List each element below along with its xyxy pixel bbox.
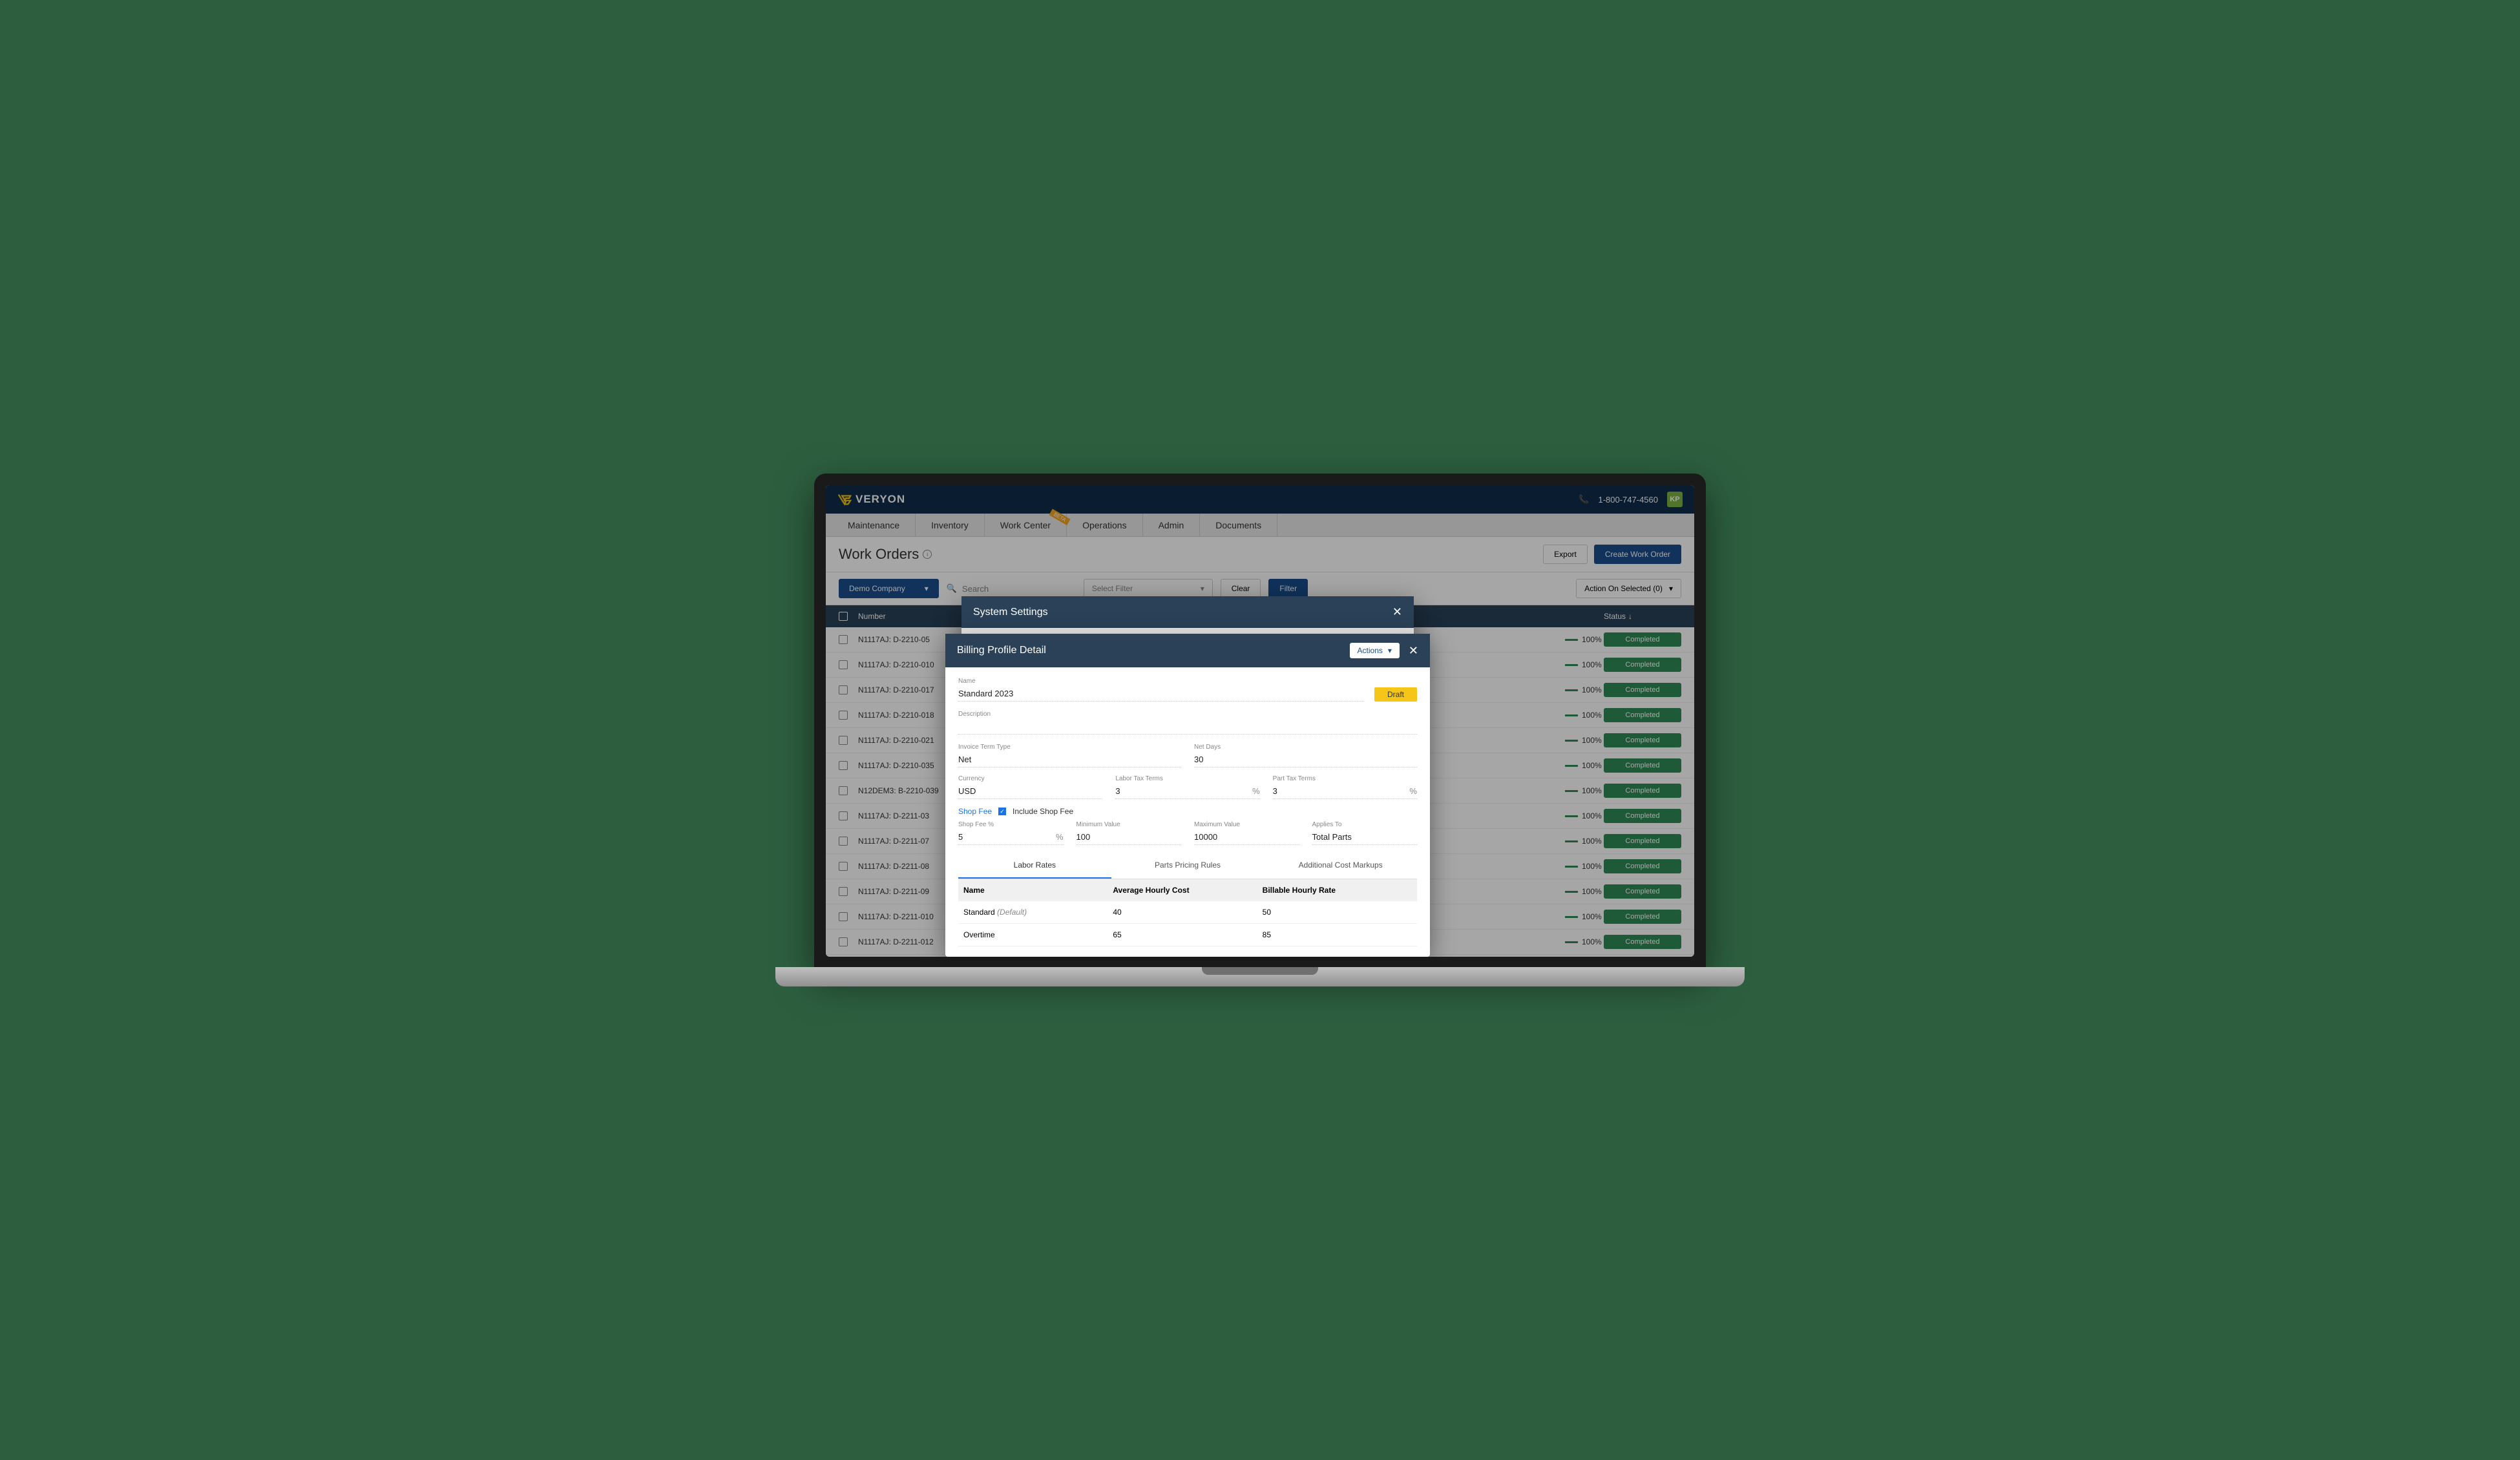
close-icon[interactable]: ✕ [1409, 644, 1418, 658]
settings-modal-title: System Settings [973, 607, 1048, 618]
tab-parts-pricing[interactable]: Parts Pricing Rules [1111, 853, 1265, 879]
name-field[interactable]: Standard 2023 [958, 686, 1364, 702]
include-shop-fee-checkbox[interactable]: ✓ [998, 808, 1006, 815]
tab-labor-rates[interactable]: Labor Rates [958, 853, 1111, 879]
applies-to-field[interactable]: Total Parts [1312, 829, 1418, 845]
shop-fee-pct-field[interactable]: 5% [958, 829, 1064, 845]
invoice-term-field[interactable]: Net [958, 752, 1181, 767]
settings-modal-header: System Settings ✕ [961, 596, 1414, 628]
billing-tabs: Labor Rates Parts Pricing Rules Addition… [958, 853, 1417, 879]
close-icon[interactable]: ✕ [1392, 605, 1402, 619]
description-label: Description [958, 711, 1417, 718]
billing-modal-title: Billing Profile Detail [957, 645, 1046, 656]
description-field[interactable] [958, 719, 1417, 735]
tab-cost-markups[interactable]: Additional Cost Markups [1264, 853, 1417, 879]
labor-rates-table: Name Average Hourly Cost Billable Hourly… [958, 879, 1417, 946]
billing-modal-header: Billing Profile Detail Actions ▾ ✕ [945, 634, 1430, 667]
labor-rate-row[interactable]: Overtime 65 85 [958, 924, 1417, 946]
max-value-field[interactable]: 10000 [1194, 829, 1299, 845]
shop-fee-section: Shop Fee ✓ Include Shop Fee [958, 807, 1417, 816]
name-label: Name [958, 678, 1364, 685]
actions-dropdown[interactable]: Actions ▾ [1350, 643, 1400, 658]
labor-rate-row[interactable]: Standard (Default) 40 50 [958, 901, 1417, 924]
net-days-field[interactable]: 30 [1194, 752, 1417, 767]
draft-status-badge: Draft [1374, 687, 1417, 702]
min-value-field[interactable]: 100 [1076, 829, 1182, 845]
billing-profile-modal: Billing Profile Detail Actions ▾ ✕ Name … [945, 634, 1430, 957]
chevron-down-icon: ▾ [1388, 646, 1392, 655]
part-tax-field[interactable]: 3% [1273, 784, 1417, 799]
labor-tax-field[interactable]: 3% [1115, 784, 1259, 799]
currency-field[interactable]: USD [958, 784, 1102, 799]
